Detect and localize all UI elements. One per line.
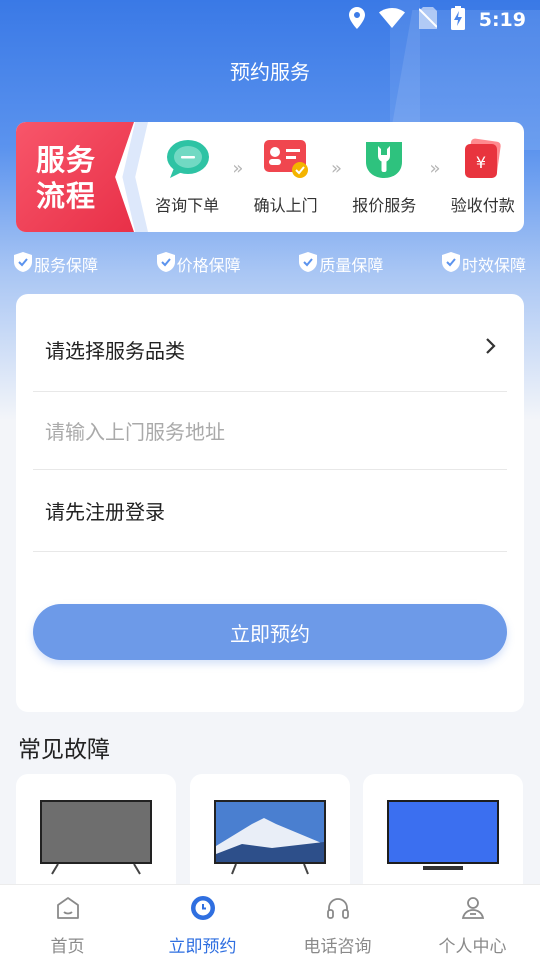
nav-phone-consult[interactable]: 电话咨询 bbox=[270, 885, 405, 960]
booking-form-card: 请选择服务品类 请输入上门服务地址 请先注册登录 立即预约 bbox=[16, 294, 524, 712]
status-time: 5:19 bbox=[478, 9, 526, 31]
chat-icon bbox=[164, 138, 210, 184]
home-icon bbox=[55, 895, 81, 926]
guarantee-price: 价格保障 bbox=[156, 252, 241, 276]
nav-profile[interactable]: 个人中心 bbox=[405, 885, 540, 960]
id-card-check-icon bbox=[262, 138, 310, 184]
shield-check-icon bbox=[14, 252, 32, 276]
common-faults-title: 常见故障 bbox=[18, 737, 110, 763]
tv-blue-screen-image bbox=[387, 800, 499, 870]
page-title: 预约服务 bbox=[230, 60, 310, 84]
headphones-icon bbox=[325, 895, 351, 926]
bottom-nav: 首页 立即预约 电话咨询 个人中心 bbox=[0, 884, 540, 960]
shield-check-icon bbox=[441, 252, 460, 276]
register-login-label: 请先注册登录 bbox=[45, 500, 165, 524]
chevron-right-icon bbox=[485, 336, 497, 361]
shield-check-icon bbox=[156, 252, 175, 276]
book-now-button[interactable]: 立即预约 bbox=[33, 604, 507, 660]
address-input[interactable]: 请输入上门服务地址 bbox=[33, 392, 507, 470]
wrench-icon bbox=[362, 138, 406, 184]
wifi-icon bbox=[378, 8, 405, 32]
step-quote-service: 报价服务 bbox=[347, 138, 421, 216]
battery-charging-icon bbox=[450, 6, 465, 34]
status-bar: 5:19 bbox=[0, 0, 540, 40]
nav-home[interactable]: 首页 bbox=[0, 885, 135, 960]
service-category-select[interactable]: 请选择服务品类 bbox=[33, 308, 507, 392]
process-steps: 咨询下单 » 确认上门 » 报价服务 » ¥ 验收付款 bbox=[146, 122, 524, 232]
wallet-yuan-icon: ¥ bbox=[461, 138, 505, 184]
guarantee-quality: 质量保障 bbox=[299, 252, 383, 276]
shield-check-icon bbox=[299, 252, 318, 276]
service-category-label: 请选择服务品类 bbox=[45, 339, 185, 363]
location-icon bbox=[348, 7, 365, 33]
register-login-link[interactable]: 请先注册登录 bbox=[33, 470, 507, 552]
guarantees-row: 服务保障 价格保障 质量保障 时效保障 bbox=[14, 252, 526, 276]
clock-icon bbox=[190, 895, 216, 926]
service-process-badge: 服务 流程 bbox=[16, 122, 134, 232]
no-sim-icon bbox=[418, 7, 438, 33]
step-confirm-visit: 确认上门 bbox=[249, 138, 323, 216]
guarantee-timeliness: 时效保障 bbox=[441, 252, 526, 276]
service-process-card: 服务 流程 咨询下单 » 确认上门 » 报价服务 » ¥ 验收付款 bbox=[16, 122, 524, 232]
address-placeholder: 请输入上门服务地址 bbox=[45, 420, 225, 444]
step-accept-pay: ¥ 验收付款 bbox=[446, 138, 520, 216]
tv-gray-screen-image bbox=[40, 800, 152, 875]
user-icon bbox=[460, 895, 486, 926]
step-consult: 咨询下单 bbox=[150, 138, 224, 216]
nav-book-now[interactable]: 立即预约 bbox=[135, 885, 270, 960]
tv-mountain-screen-image bbox=[214, 800, 326, 875]
svg-text:¥: ¥ bbox=[476, 153, 486, 172]
guarantee-service: 服务保障 bbox=[14, 252, 98, 276]
